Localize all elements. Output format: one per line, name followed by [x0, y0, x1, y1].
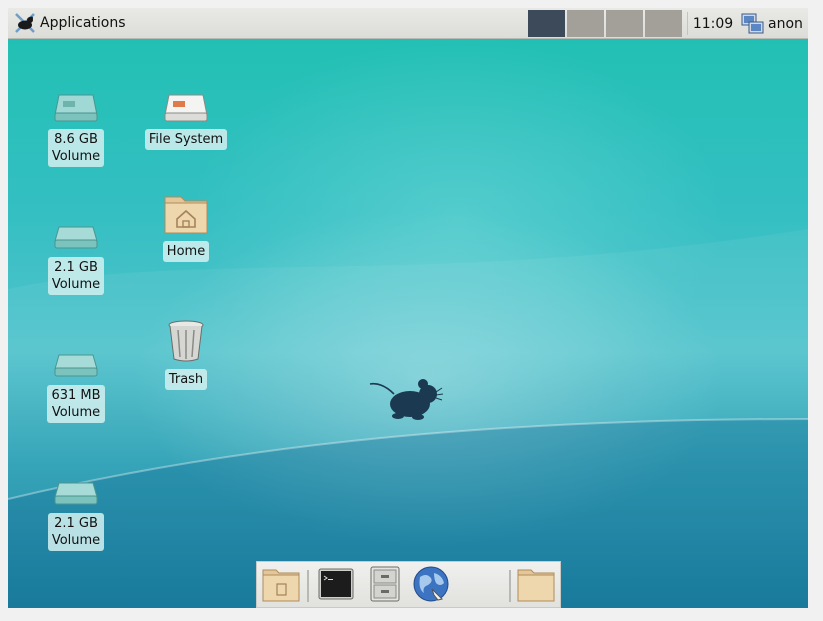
show-desktop-icon: [262, 566, 300, 606]
network-icon[interactable]: [739, 10, 766, 37]
terminal-button[interactable]: [316, 567, 356, 605]
wallpaper-wave: [8, 229, 808, 608]
desktop-icon-trash[interactable]: Trash: [141, 319, 231, 390]
desktop-icon-label: Home: [162, 241, 210, 262]
file-manager-icon: [370, 566, 400, 606]
desktop-icon-file-system[interactable]: File System: [141, 79, 231, 150]
workspace-1[interactable]: [528, 10, 565, 37]
drive-icon: [53, 79, 99, 123]
desktop-icon-volume[interactable]: 631 MB Volume: [31, 335, 121, 423]
dock-panel: [256, 561, 561, 608]
screen: Applications 11:09 anon 8.6 GB Volume 2.…: [8, 8, 808, 608]
clock[interactable]: 11:09: [688, 10, 738, 37]
drive-icon: [53, 463, 99, 507]
desktop[interactable]: 8.6 GB Volume 2.1 GB Volume 631 MB Volum…: [8, 39, 808, 608]
desktop-icon-home[interactable]: Home: [141, 189, 231, 262]
top-panel: Applications 11:09 anon: [8, 8, 808, 39]
trash-icon: [166, 319, 206, 363]
desktop-icon-volume[interactable]: 2.1 GB Volume: [31, 463, 121, 551]
workspace-3[interactable]: [606, 10, 643, 37]
applications-label: Applications: [40, 15, 126, 31]
desktop-icon-label: 8.6 GB Volume: [47, 129, 105, 167]
dock-separator: [509, 570, 511, 602]
terminal-icon: [318, 568, 354, 604]
workspace-4[interactable]: [645, 10, 682, 37]
desktop-icon-volume[interactable]: 2.1 GB Volume: [31, 207, 121, 295]
file-manager-button[interactable]: [365, 566, 405, 606]
show-desktop-button[interactable]: [261, 567, 301, 605]
xfce-mouse-logo: [368, 374, 450, 428]
dock-separator: [307, 570, 309, 602]
harddisk-icon: [163, 79, 209, 123]
desktop-icon-label: 631 MB Volume: [47, 385, 105, 423]
desktop-icon-label: 2.1 GB Volume: [47, 257, 105, 295]
desktop-icon-volume[interactable]: 8.6 GB Volume: [31, 79, 121, 167]
desktop-icon-label: File System: [144, 129, 228, 150]
desktop-icon-label: 2.1 GB Volume: [47, 513, 105, 551]
user-name[interactable]: anon: [768, 10, 803, 37]
web-browser-icon: [412, 565, 450, 607]
applications-menu-button[interactable]: Applications: [10, 10, 132, 36]
desktop-icon-label: Trash: [164, 369, 208, 390]
folder-button[interactable]: [516, 567, 556, 605]
drive-icon: [53, 207, 99, 251]
workspace-switcher: [528, 10, 682, 37]
xfce-mouse-icon: [14, 12, 36, 34]
web-browser-button[interactable]: [411, 565, 451, 607]
workspace-2[interactable]: [567, 10, 604, 37]
drive-icon: [53, 335, 99, 379]
home-folder-icon: [163, 189, 209, 235]
folder-icon: [517, 566, 555, 606]
